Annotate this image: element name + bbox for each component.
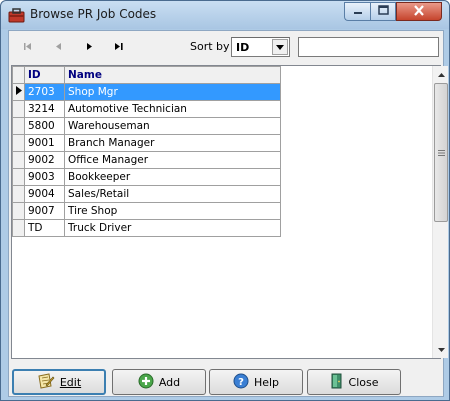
grip-icon [438,147,445,156]
table-row[interactable]: 9007 Tire Shop [12,202,281,220]
next-record-icon [84,41,94,54]
add-circle-icon [138,373,154,392]
help-button-label: Help [253,375,280,389]
row-indicator[interactable] [12,134,25,152]
table-row[interactable]: 9003 Bookkeeper [12,168,281,186]
current-row-arrow-icon [15,86,22,98]
cell-id[interactable]: TD [24,219,65,237]
minimize-button[interactable] [344,2,370,21]
cell-id[interactable]: 5800 [24,117,65,135]
help-button[interactable]: ? Help [209,369,303,395]
column-header-id[interactable]: ID [24,66,65,84]
first-record-button[interactable] [16,38,40,56]
first-record-icon [23,41,33,54]
cell-name[interactable]: Sales/Retail [64,185,281,203]
cell-id[interactable]: 3214 [24,100,65,118]
edit-button-label: Edit [59,375,82,389]
close-button[interactable]: Close [307,369,401,395]
edit-button[interactable]: Edit [12,369,106,395]
row-indicator[interactable] [12,117,25,135]
job-codes-grid[interactable]: ID Name 2703 Shop Mgr 3214 Automotive Techn… [11,65,448,359]
svg-text:?: ? [238,377,244,388]
cell-id[interactable]: 9007 [24,202,65,220]
row-indicator-header [12,66,25,84]
column-header-name[interactable]: Name [64,66,281,84]
cell-name[interactable]: Warehouseman [64,117,281,135]
row-indicator[interactable] [12,151,25,169]
window-title: Browse PR Job Codes [30,7,157,21]
cell-id[interactable]: 9003 [24,168,65,186]
table-row[interactable]: 9002 Office Manager [12,151,281,169]
cell-name[interactable]: Automotive Technician [64,100,281,118]
row-indicator[interactable] [12,202,25,220]
cell-name[interactable]: Tire Shop [64,202,281,220]
cell-id[interactable]: 2703 [24,83,65,101]
table-row[interactable]: 2703 Shop Mgr [12,83,281,101]
cell-name[interactable]: Bookkeeper [64,168,281,186]
chevron-down-icon[interactable] [272,39,288,55]
toolbox-icon [8,7,25,23]
next-record-button[interactable] [77,38,101,56]
title-bar[interactable]: Browse PR Job Codes [1,1,449,29]
edit-note-icon [37,372,55,392]
table-row[interactable]: 9004 Sales/Retail [12,185,281,203]
add-button[interactable]: Add [112,369,206,395]
row-indicator[interactable] [12,168,25,186]
row-indicator[interactable] [12,83,25,101]
minimize-icon [353,5,363,18]
maximize-icon [377,5,389,18]
app-window: Browse PR Job Codes Sort by ID ID Name 2… [0,0,450,401]
cell-name[interactable]: Branch Manager [64,134,281,152]
row-indicator[interactable] [12,100,25,118]
table-row[interactable]: 5800 Warehouseman [12,117,281,135]
last-record-button[interactable] [107,38,131,56]
close-window-button[interactable] [396,2,442,21]
scrollbar-thumb[interactable] [434,83,448,222]
last-record-icon [113,41,125,54]
table-row[interactable]: 9001 Branch Manager [12,134,281,152]
cell-id[interactable]: 9004 [24,185,65,203]
row-indicator[interactable] [12,219,25,237]
close-button-label: Close [348,375,379,389]
prev-record-icon [54,41,64,54]
cell-name[interactable]: Shop Mgr [64,83,281,101]
cell-id[interactable]: 9002 [24,151,65,169]
vertical-scrollbar[interactable] [432,66,448,358]
cell-name[interactable]: Office Manager [64,151,281,169]
exit-door-icon [330,373,344,392]
sort-by-value: ID [236,41,250,54]
sort-by-select[interactable]: ID [231,37,290,57]
help-circle-icon: ? [233,373,249,392]
grid-header-row: ID Name [12,66,281,84]
cell-id[interactable]: 9001 [24,134,65,152]
dialog-body: Sort by ID ID Name 2703 Shop Mgr 3214 Autom… [8,30,448,397]
scroll-down-arrow-icon[interactable] [433,341,449,358]
close-icon [413,4,425,19]
table-row[interactable]: TD Truck Driver [12,219,281,237]
table-row[interactable]: 3214 Automotive Technician [12,100,281,118]
scroll-up-arrow-icon[interactable] [433,66,449,83]
maximize-button[interactable] [370,2,396,21]
add-button-label: Add [158,375,181,389]
sort-by-label: Sort by [190,40,230,53]
row-indicator[interactable] [12,185,25,203]
cell-name[interactable]: Truck Driver [64,219,281,237]
search-input[interactable] [298,37,439,57]
job-codes-table: ID Name 2703 Shop Mgr 3214 Automotive Techn… [12,66,281,237]
prev-record-button[interactable] [47,38,71,56]
